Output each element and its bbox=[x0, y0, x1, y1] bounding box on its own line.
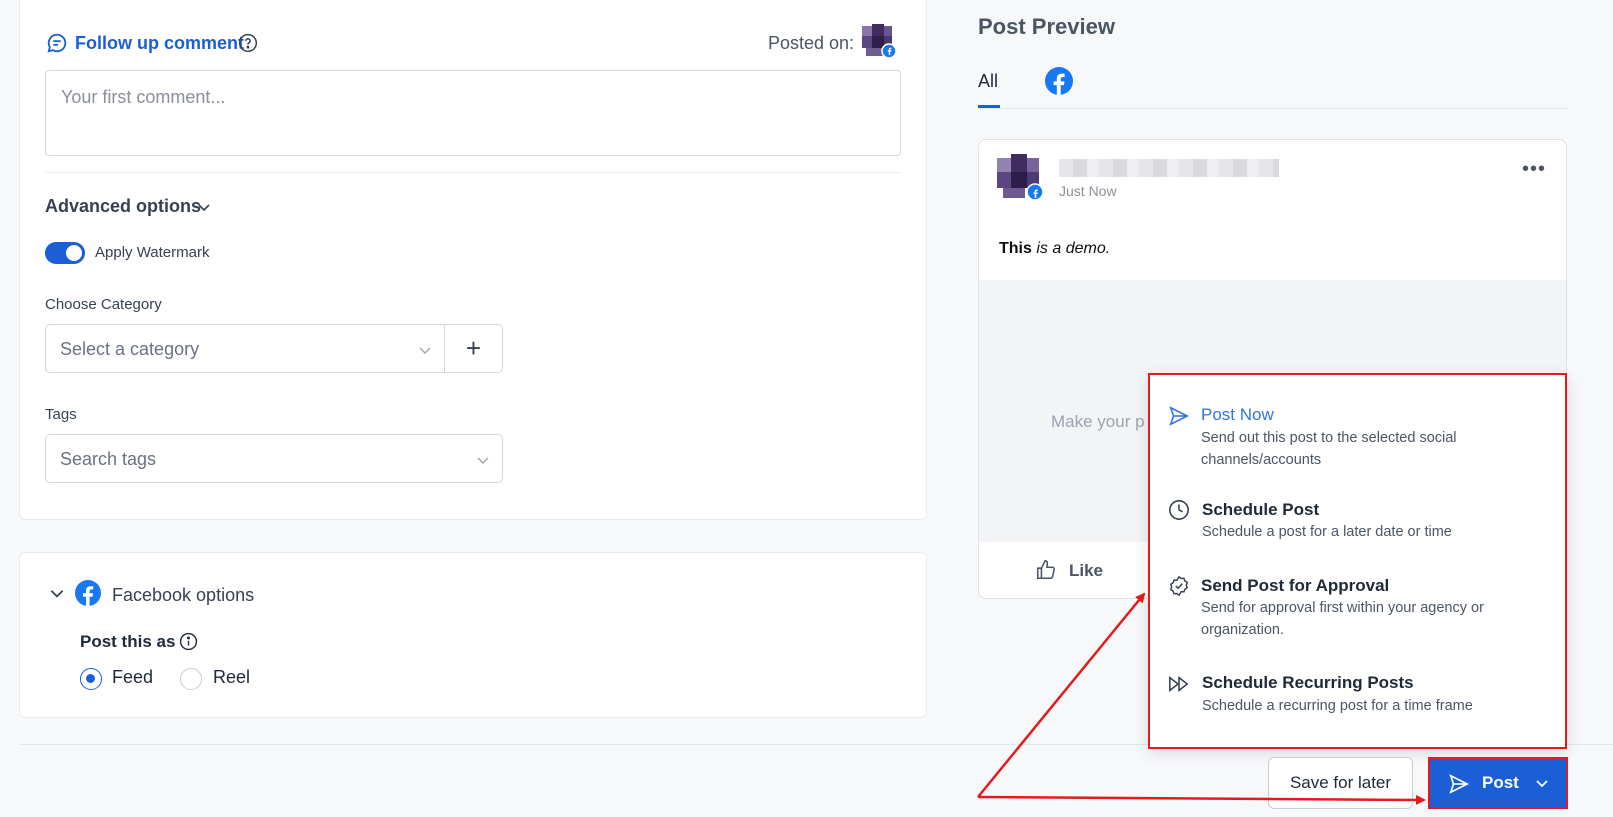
add-category-button[interactable]: + bbox=[444, 324, 503, 373]
menu-item-desc: Schedule a recurring post for a time fra… bbox=[1202, 698, 1473, 714]
chevron-down-icon[interactable] bbox=[196, 199, 212, 215]
media-placeholder-text: Make your p bbox=[1051, 412, 1145, 431]
menu-item-title: Schedule Recurring Posts bbox=[1202, 673, 1414, 692]
chevron-down-icon bbox=[477, 457, 489, 464]
preview-timestamp: Just Now bbox=[1059, 183, 1117, 199]
tab-all[interactable]: All bbox=[978, 71, 998, 92]
menu-item-desc: Send out this post to the selected socia… bbox=[1201, 430, 1457, 468]
more-options-icon[interactable]: ••• bbox=[1522, 158, 1546, 181]
tags-placeholder: Search tags bbox=[60, 449, 157, 469]
thumbs-up-icon bbox=[1036, 560, 1055, 580]
send-icon bbox=[1449, 774, 1470, 794]
watermark-toggle[interactable] bbox=[45, 242, 85, 264]
toggle-knob bbox=[66, 245, 82, 261]
follow-up-comment-label[interactable]: Follow up comment bbox=[75, 33, 244, 54]
send-icon bbox=[1169, 406, 1189, 426]
menu-item-post-now[interactable]: Post Now Send out this post to the selec… bbox=[1168, 403, 1548, 468]
post-options-menu: Post Now Send out this post to the selec… bbox=[1148, 373, 1567, 749]
radio-reel[interactable] bbox=[180, 668, 202, 690]
preview-text-bold: This bbox=[999, 240, 1032, 257]
menu-item-send-for-approval[interactable]: Send Post for Approval Send for approval… bbox=[1168, 573, 1548, 638]
feed-option-label[interactable]: Feed bbox=[112, 667, 153, 688]
advanced-options-toggle[interactable]: Advanced options bbox=[45, 196, 201, 217]
section-divider bbox=[45, 172, 901, 173]
comment-icon bbox=[47, 33, 67, 53]
menu-item-title: Schedule Post bbox=[1202, 500, 1320, 519]
first-comment-box bbox=[45, 70, 901, 156]
tab-facebook-icon[interactable] bbox=[1045, 67, 1073, 95]
menu-item-schedule-post[interactable]: Schedule Post Schedule a post for a late… bbox=[1168, 497, 1548, 545]
account-avatar bbox=[862, 24, 896, 58]
post-button[interactable]: Post bbox=[1428, 757, 1568, 809]
preview-post-text: This is a demo. bbox=[999, 240, 1110, 258]
preview-account-name-blurred bbox=[1059, 159, 1279, 177]
chevron-down-icon[interactable] bbox=[48, 584, 66, 602]
category-select[interactable]: Select a category bbox=[45, 324, 445, 373]
facebook-icon bbox=[75, 580, 101, 606]
post-as-label: Post this as bbox=[80, 632, 176, 651]
save-for-later-button[interactable]: Save for later bbox=[1268, 757, 1413, 809]
arrow-to-menu bbox=[977, 592, 1146, 798]
preview-avatar bbox=[997, 154, 1043, 200]
chevron-down-icon bbox=[419, 347, 431, 354]
facebook-options-toggle[interactable]: Facebook options bbox=[112, 585, 254, 606]
menu-item-schedule-recurring[interactable]: Schedule Recurring Posts Schedule a recu… bbox=[1168, 671, 1548, 719]
category-placeholder: Select a category bbox=[60, 339, 200, 359]
post-preview-title: Post Preview bbox=[978, 14, 1115, 39]
tags-select[interactable]: Search tags bbox=[45, 434, 503, 483]
fast-forward-icon bbox=[1169, 675, 1189, 693]
tab-divider bbox=[978, 108, 1568, 109]
first-comment-input[interactable] bbox=[46, 71, 900, 155]
watermark-label: Apply Watermark bbox=[95, 244, 210, 261]
menu-item-desc: Schedule a post for a later date or time bbox=[1202, 524, 1452, 540]
badge-check-icon bbox=[1169, 575, 1189, 597]
radio-feed[interactable] bbox=[80, 668, 102, 690]
post-button-label: Post bbox=[1482, 773, 1519, 792]
help-icon[interactable] bbox=[238, 33, 258, 53]
category-label: Choose Category bbox=[45, 296, 162, 313]
menu-item-desc: Send for approval first within your agen… bbox=[1201, 600, 1484, 638]
tags-label: Tags bbox=[45, 406, 77, 423]
like-label: Like bbox=[1069, 561, 1104, 580]
menu-item-title: Send Post for Approval bbox=[1201, 576, 1390, 595]
preview-text-italic: is a demo. bbox=[1036, 240, 1111, 257]
clock-icon bbox=[1169, 500, 1189, 520]
posted-on-label: Posted on: bbox=[768, 33, 855, 53]
chevron-down-icon bbox=[1536, 780, 1548, 788]
info-icon[interactable] bbox=[179, 632, 198, 651]
reel-option-label[interactable]: Reel bbox=[213, 667, 250, 688]
menu-item-title: Post Now bbox=[1201, 405, 1274, 424]
